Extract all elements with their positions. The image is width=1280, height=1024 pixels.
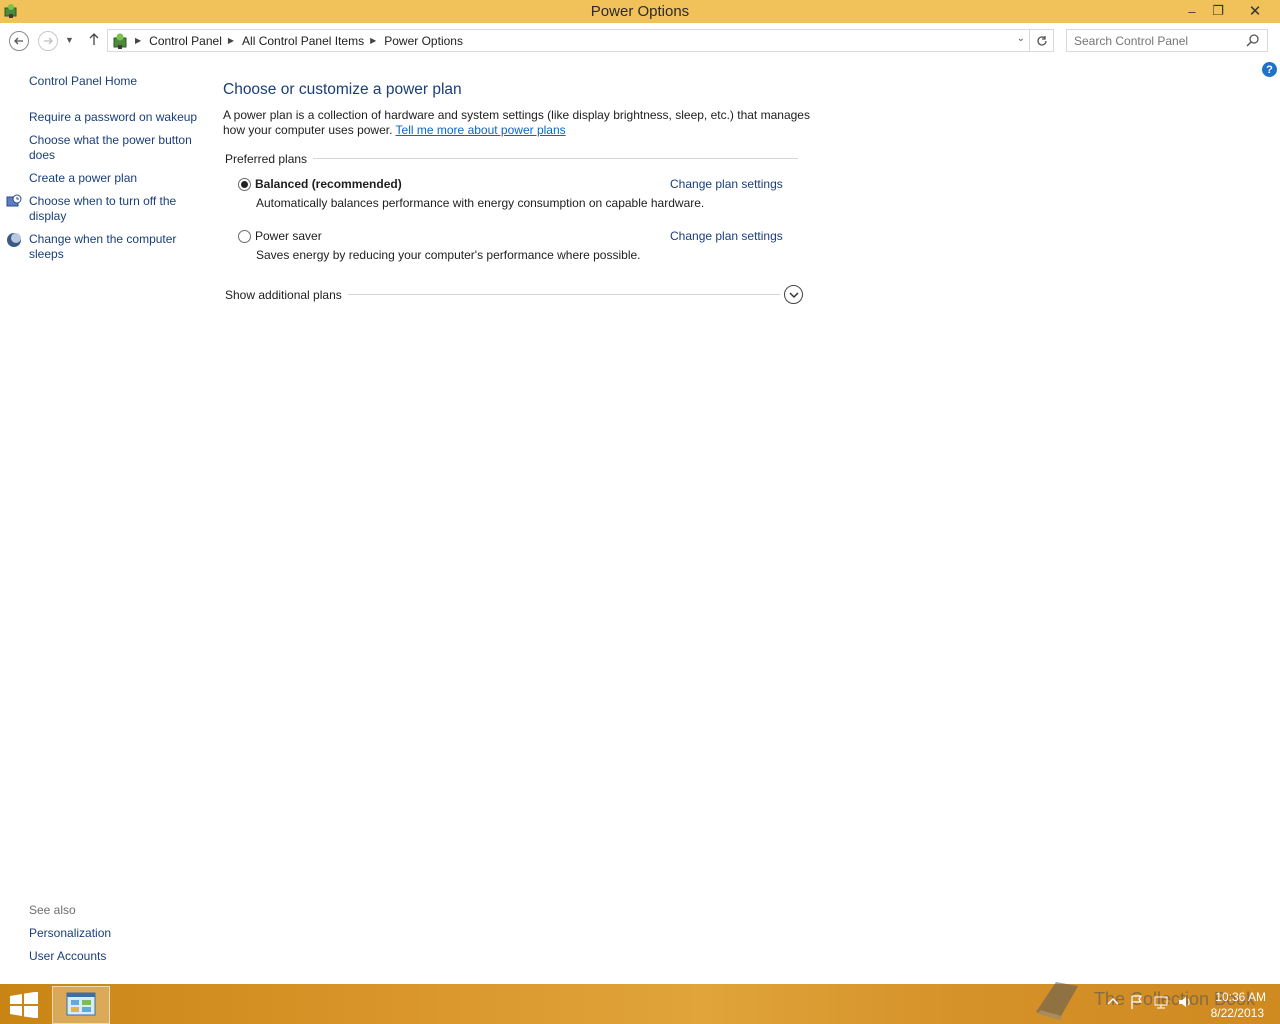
display-clock-icon xyxy=(6,194,22,207)
chevron-down-icon xyxy=(788,291,799,298)
page-description: A power plan is a collection of hardware… xyxy=(223,108,813,138)
power-saver-change-settings-link[interactable]: Change plan settings xyxy=(670,229,783,243)
search-input[interactable] xyxy=(1067,30,1237,51)
expand-button[interactable] xyxy=(784,285,803,304)
learn-more-link[interactable]: Tell me more about power plans xyxy=(396,123,566,137)
window-title: Power Options xyxy=(590,3,690,20)
breadcrumb-control-panel[interactable]: Control Panel xyxy=(149,34,222,48)
system-tray xyxy=(1105,994,1193,1010)
search-box[interactable] xyxy=(1066,29,1268,52)
control-panel-window-icon xyxy=(66,992,96,1016)
turn-off-display-link[interactable]: Choose when to turn off the display xyxy=(29,194,189,224)
help-icon[interactable]: ? xyxy=(1262,62,1277,77)
title-bar: Power Options – ❐ ✕ xyxy=(0,0,1280,23)
search-icon[interactable] xyxy=(1246,33,1260,47)
balanced-change-settings-link[interactable]: Change plan settings xyxy=(670,177,783,191)
page-title: Choose or customize a power plan xyxy=(223,81,462,98)
refresh-button[interactable] xyxy=(1029,30,1053,51)
show-hidden-icons-icon[interactable] xyxy=(1105,994,1121,1010)
recent-locations-dropdown[interactable]: ▼ xyxy=(65,35,74,45)
back-arrow-icon xyxy=(14,37,23,45)
volume-icon[interactable] xyxy=(1177,994,1193,1010)
power-saver-plan-name[interactable]: Power saver xyxy=(255,229,322,243)
chevron-right-icon[interactable]: ▶ xyxy=(228,36,234,45)
clock-time[interactable]: 10:36 AM xyxy=(1210,990,1266,1004)
breadcrumb-power-options[interactable]: Power Options xyxy=(384,34,463,48)
chevron-right-icon[interactable]: ▶ xyxy=(135,36,141,45)
address-bar[interactable]: ▶ Control Panel ▶ All Control Panel Item… xyxy=(107,29,1054,52)
control-panel-home-link[interactable]: Control Panel Home xyxy=(29,74,204,89)
power-saver-plan-description: Saves energy by reducing your computer's… xyxy=(256,248,641,262)
forward-button[interactable] xyxy=(38,31,58,51)
create-power-plan-link[interactable]: Create a power plan xyxy=(29,171,204,186)
personalization-link[interactable]: Personalization xyxy=(29,926,204,941)
network-icon[interactable] xyxy=(1153,994,1169,1010)
require-password-link[interactable]: Require a password on wakeup xyxy=(29,110,204,125)
up-arrow-icon xyxy=(89,33,99,45)
preferred-plans-label: Preferred plans xyxy=(225,152,314,166)
power-saver-radio[interactable] xyxy=(238,230,251,243)
balanced-radio[interactable] xyxy=(238,178,251,191)
see-also-label: See also xyxy=(29,903,76,917)
control-panel-icon xyxy=(113,33,127,49)
refresh-icon xyxy=(1036,35,1047,46)
close-button[interactable]: ✕ xyxy=(1240,0,1270,22)
user-accounts-link[interactable]: User Accounts xyxy=(29,949,204,964)
navigation-bar: ▼ ▶ Control Panel ▶ All Control Panel It… xyxy=(0,23,1280,59)
up-button[interactable] xyxy=(88,32,100,50)
forward-arrow-icon xyxy=(44,37,53,45)
chevron-right-icon[interactable]: ▶ xyxy=(370,36,376,45)
breadcrumb-all-items[interactable]: All Control Panel Items xyxy=(242,34,364,48)
minimize-button[interactable]: – xyxy=(1178,0,1206,22)
power-button-link[interactable]: Choose what the power button does xyxy=(29,133,199,163)
action-center-flag-icon[interactable] xyxy=(1129,994,1145,1010)
balanced-plan-description: Automatically balances performance with … xyxy=(256,196,705,210)
sleep-moon-icon xyxy=(7,233,21,247)
back-button[interactable] xyxy=(9,31,29,51)
maximize-button[interactable]: ❐ xyxy=(1204,0,1232,22)
windows-start-icon[interactable] xyxy=(8,992,40,1018)
balanced-plan-name[interactable]: Balanced (recommended) xyxy=(255,177,402,191)
computer-sleeps-link[interactable]: Change when the computer sleeps xyxy=(29,232,189,262)
chevron-down-icon[interactable]: ⌄ xyxy=(1017,33,1025,44)
clock-date[interactable]: 8/22/2013 xyxy=(1198,1006,1264,1020)
show-additional-divider xyxy=(348,294,780,295)
taskbar-control-panel-item[interactable] xyxy=(52,986,110,1024)
show-additional-plans-label[interactable]: Show additional plans xyxy=(225,288,342,302)
